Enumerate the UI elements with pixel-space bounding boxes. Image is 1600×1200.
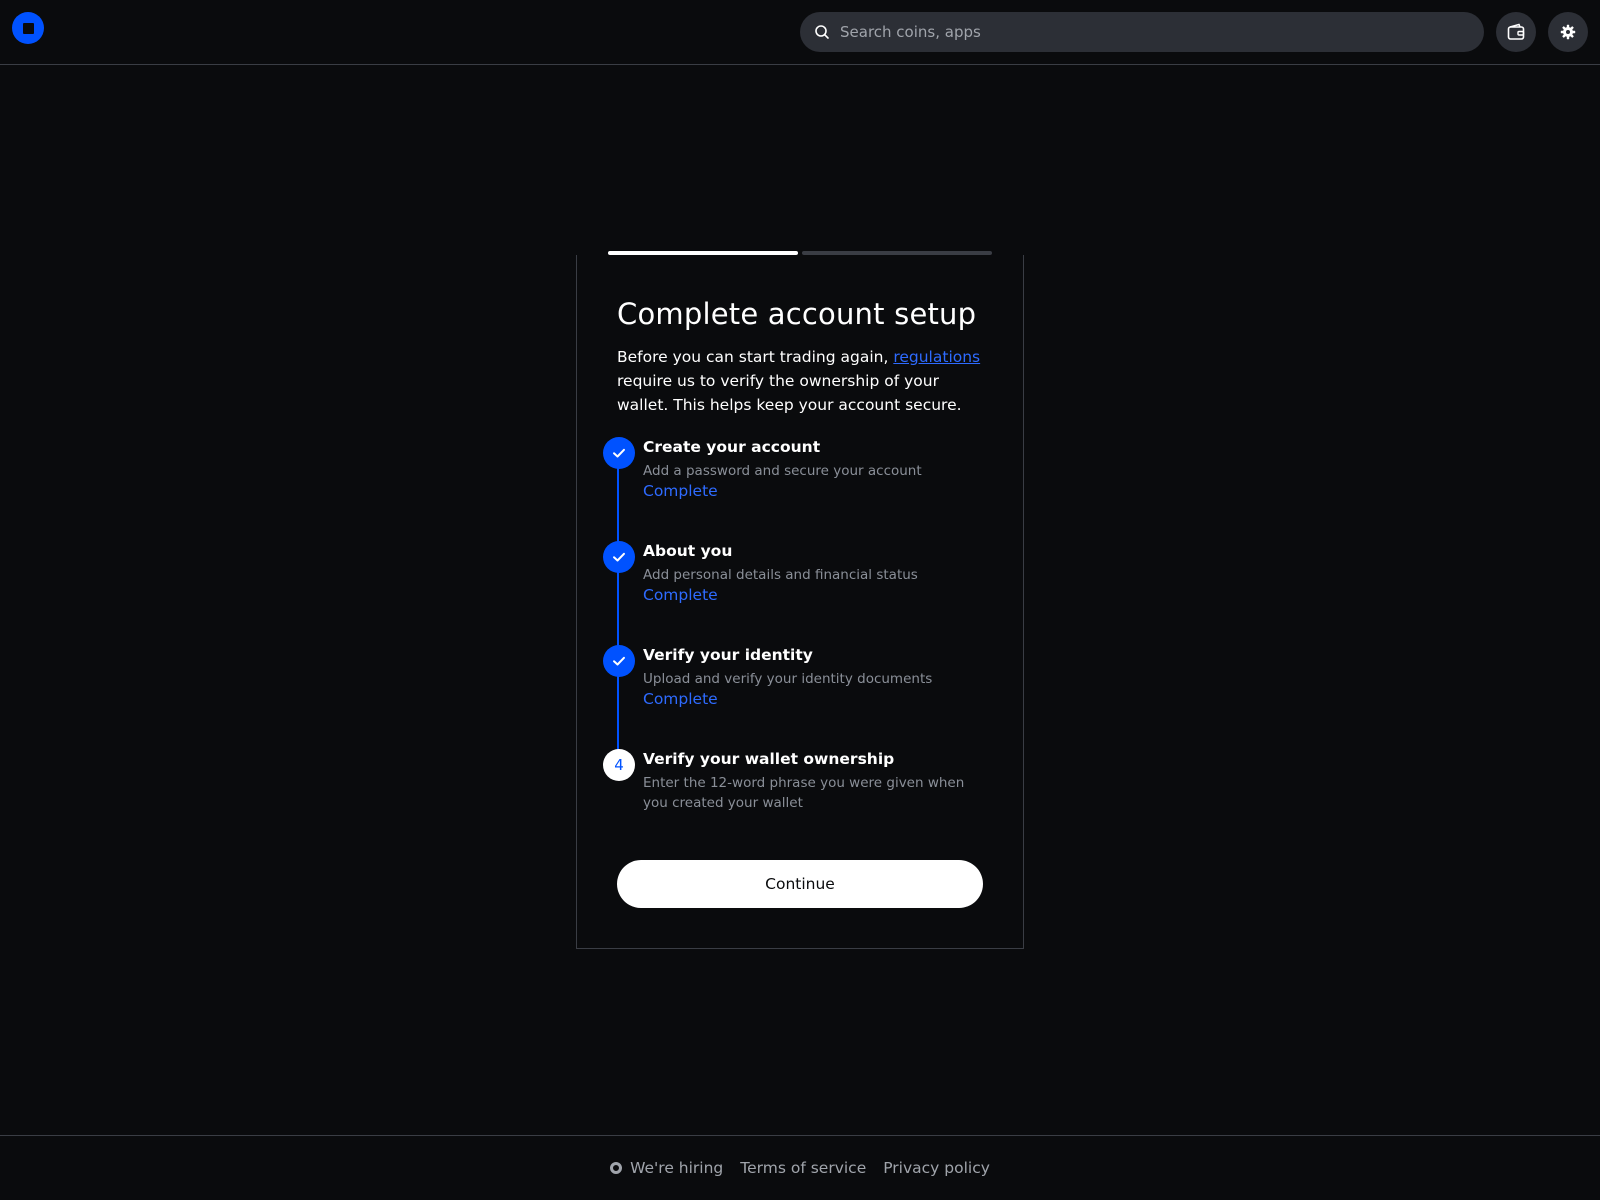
step-status: Complete (643, 690, 718, 708)
step-title: About you (643, 542, 733, 560)
step-complete-badge (603, 541, 635, 573)
step-description: Add a password and secure your account (643, 463, 922, 479)
step-complete-badge (603, 645, 635, 677)
intro-text-end: require us to verify the ownership of yo… (617, 372, 962, 414)
step-title: Verify your wallet ownership (643, 750, 895, 768)
hiring-dot-icon (610, 1162, 623, 1174)
search-input[interactable] (840, 23, 1484, 41)
search-bar[interactable] (800, 12, 1484, 52)
step-description: Add personal details and financial statu… (643, 567, 918, 583)
hiring-label: We're hiring (630, 1159, 724, 1177)
continue-button[interactable]: Continue (617, 860, 983, 908)
step-title: Create your account (643, 438, 821, 456)
intro-text: Before you can start trading again, regu… (617, 345, 987, 417)
intro-text-start: Before you can start trading again, (617, 348, 894, 366)
page-title: Complete account setup (617, 297, 977, 331)
search-icon (815, 25, 829, 39)
wallet-button[interactable] (1496, 12, 1536, 52)
hiring-link[interactable]: We're hiring (610, 1159, 723, 1177)
privacy-policy-link[interactable]: Privacy policy (883, 1159, 990, 1177)
check-icon (613, 448, 625, 458)
regulations-link[interactable]: regulations (893, 348, 980, 366)
step-description: Enter the 12-word phrase you were given … (643, 775, 965, 811)
wallet-icon (1507, 23, 1525, 40)
check-icon (613, 656, 625, 666)
footer: We're hiring Terms of service Privacy po… (0, 1135, 1600, 1200)
step-description: Upload and verify your identity document… (643, 671, 933, 687)
check-icon (613, 552, 625, 562)
account-setup-card: Complete account setup Before you can st… (576, 255, 1024, 949)
logo[interactable] (12, 12, 44, 44)
step-status: Complete (643, 482, 718, 500)
step-number-badge: 4 (603, 749, 635, 781)
logo-mark-icon (22, 22, 34, 34)
top-bar (0, 0, 1600, 65)
step-status: Complete (643, 586, 718, 604)
step-complete-badge (603, 437, 635, 469)
step-title: Verify your identity (643, 646, 813, 664)
settings-button[interactable] (1548, 12, 1588, 52)
terms-of-service-link[interactable]: Terms of service (740, 1159, 866, 1177)
timeline-connector (617, 467, 619, 767)
gear-icon (1560, 24, 1576, 40)
